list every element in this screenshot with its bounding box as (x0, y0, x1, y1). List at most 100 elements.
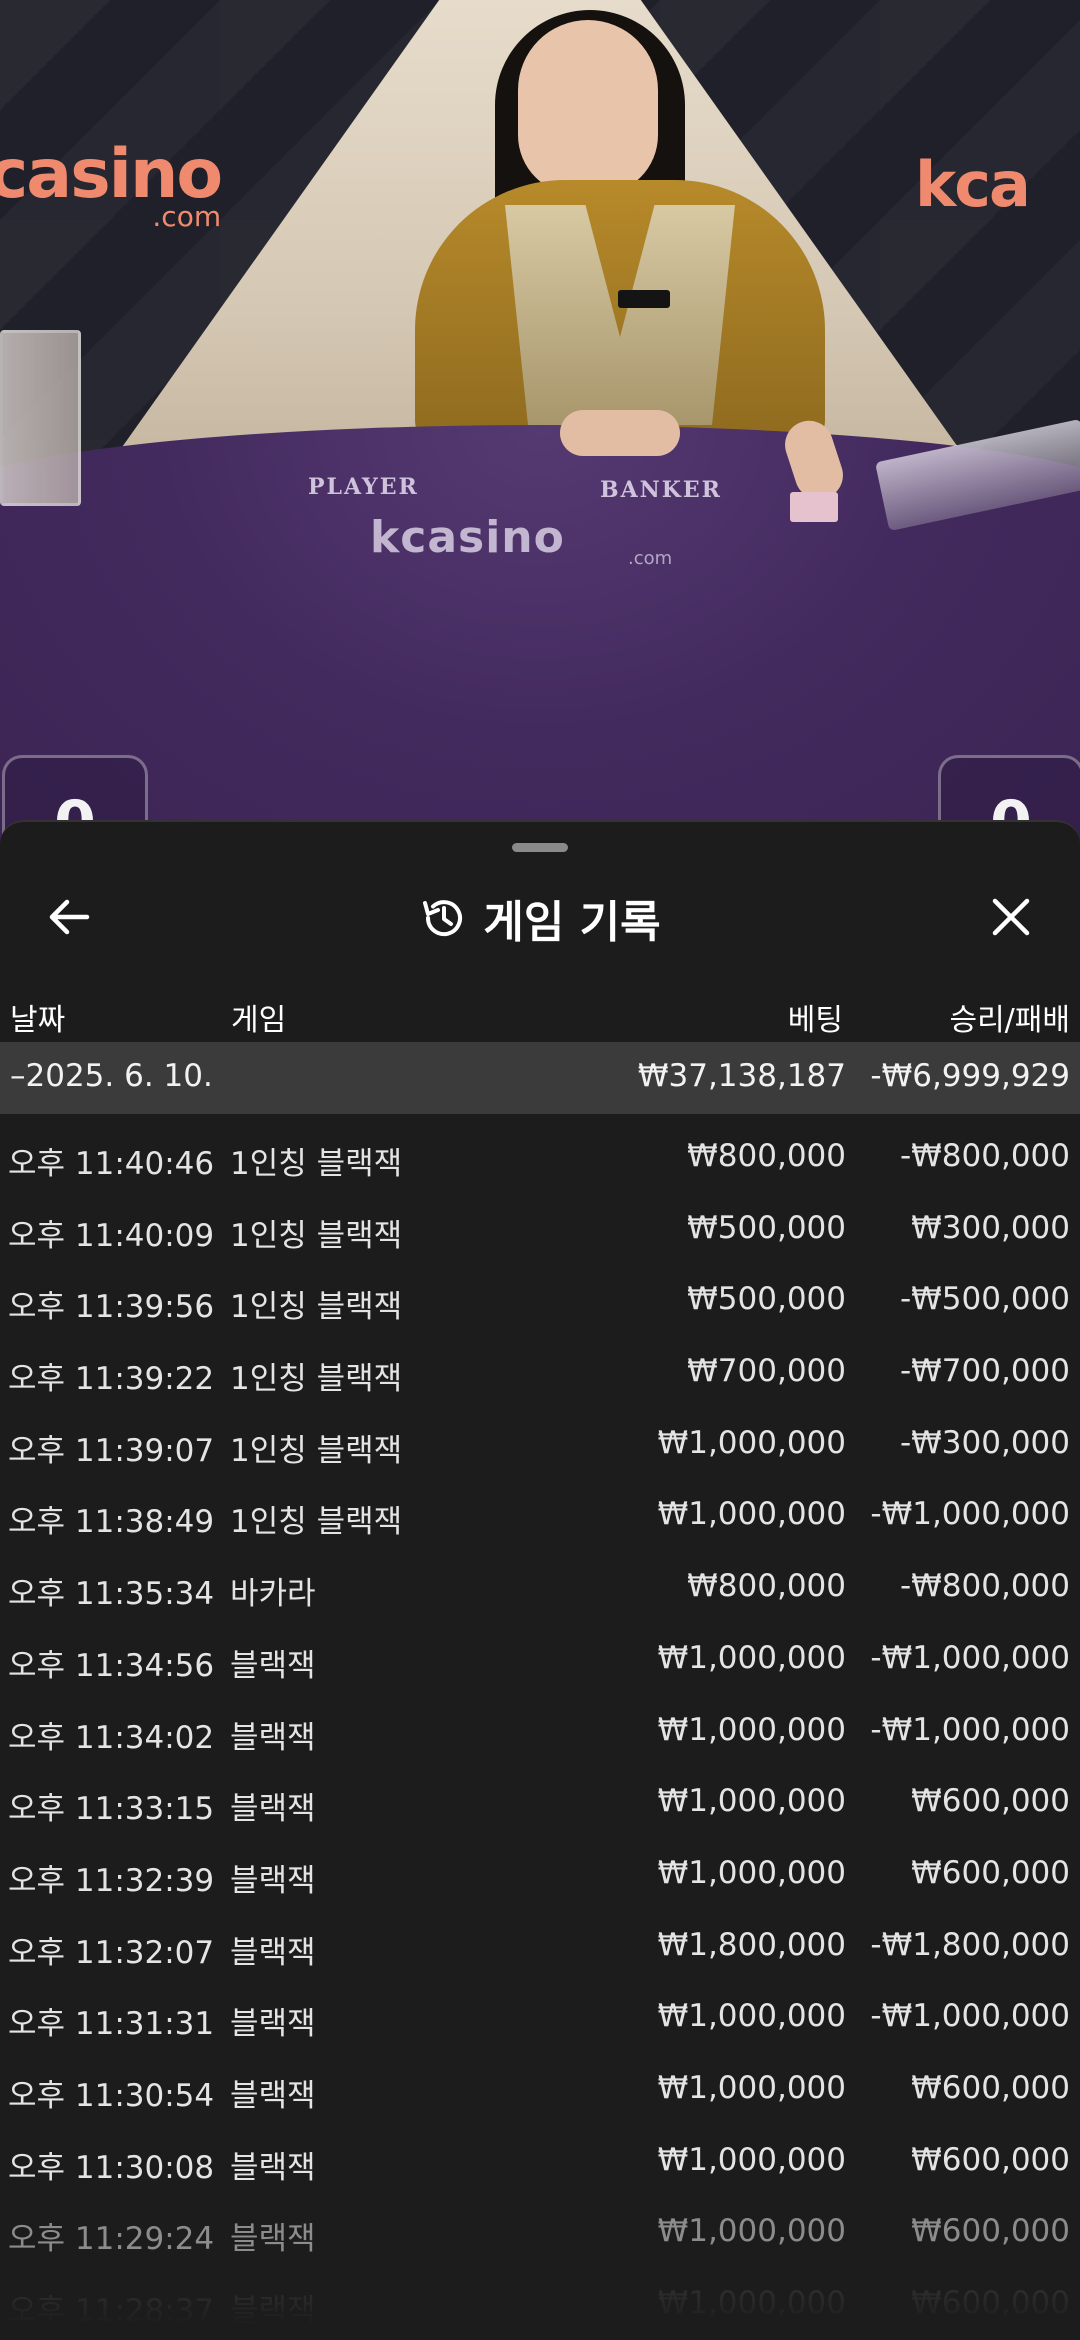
felt-player-label: PLAYER (308, 474, 419, 500)
row-game: 바카라 (230, 1576, 316, 1613)
row-win-loss: ₩600,000 (911, 2141, 1070, 2178)
app-screen: casino .com kca PLAYER BANKER kcasino .c… (0, 0, 1080, 2340)
history-row[interactable]: 오후 11:38:49 1인칭 블랙잭 ₩1,000,000 -₩1,000,0… (0, 1480, 1080, 1552)
casino-logo-right: kca (915, 148, 1031, 221)
card-shoe (0, 330, 81, 506)
dealer-hand (560, 410, 680, 456)
page-title: 게임 기록 (483, 897, 661, 948)
row-game: 블랙잭 (230, 1862, 316, 1899)
history-row[interactable]: 오후 11:39:07 1인칭 블랙잭 ₩1,000,000 -₩300,000 (0, 1409, 1080, 1481)
history-row[interactable]: 오후 11:40:09 1인칭 블랙잭 ₩500,000 ₩300,000 (0, 1194, 1080, 1266)
row-game: 1인칭 블랙잭 (230, 1146, 403, 1182)
row-game: 1인칭 블랙잭 (230, 1289, 403, 1326)
row-win-loss: -₩1,000,000 (870, 1639, 1070, 1676)
row-bet: ₩1,000,000 (657, 1496, 846, 1533)
row-game: 블랙잭 (230, 1791, 316, 1828)
row-time: 오후 11:35:34 (8, 1576, 215, 1613)
column-header-game: 게임 (231, 1003, 287, 1038)
row-bet: ₩1,000,000 (657, 1424, 846, 1461)
row-game: 1인칭 블랙잭 (230, 1432, 403, 1469)
row-win-loss: ₩600,000 (911, 2213, 1070, 2250)
history-row[interactable]: 오후 11:33:15 블랙잭 ₩1,000,000 ₩600,000 (0, 1767, 1080, 1839)
row-bet: ₩1,000,000 (657, 2141, 846, 2178)
history-row[interactable]: 오후 11:32:39 블랙잭 ₩1,000,000 ₩600,000 (0, 1839, 1080, 1911)
felt-banker-label: BANKER (600, 477, 722, 503)
history-row[interactable]: 오후 11:32:07 블랙잭 ₩1,800,000 -₩1,800,000 (0, 1911, 1080, 1983)
game-history-sheet: 게임 기록 날짜 게임 베팅 승리/패배 –2025. 6. 10. ₩37,1… (0, 820, 1080, 2340)
row-time: 오후 11:38:49 (8, 1504, 215, 1541)
playing-card (790, 492, 838, 522)
row-time: 오후 11:30:08 (8, 2149, 215, 2186)
row-game: 1인칭 블랙잭 (230, 1361, 403, 1398)
row-time: 오후 11:31:31 (8, 2006, 215, 2043)
row-bet: ₩1,000,000 (657, 2213, 846, 2250)
row-game: 1인칭 블랙잭 (230, 1217, 403, 1254)
row-bet: ₩1,000,000 (657, 1639, 846, 1676)
column-header-bet: 베팅 (787, 1003, 843, 1038)
row-win-loss: ₩600,000 (911, 2285, 1070, 2321)
row-bet: ₩1,000,000 (657, 2285, 846, 2321)
row-bet: ₩1,000,000 (657, 1854, 846, 1891)
row-bet: ₩1,000,000 (657, 1783, 846, 1820)
row-bet: ₩1,000,000 (657, 2069, 846, 2106)
dealer-name-tag (618, 290, 670, 308)
row-time: 오후 11:29:24 (8, 2221, 215, 2258)
history-row[interactable]: 오후 11:39:56 1인칭 블랙잭 ₩500,000 -₩500,000 (0, 1265, 1080, 1337)
row-game: 1인칭 블랙잭 (230, 1504, 403, 1541)
row-game: 블랙잭 (230, 1934, 316, 1971)
row-time: 오후 11:40:46 (8, 1146, 215, 1182)
row-bet: ₩1,800,000 (657, 1926, 846, 1963)
live-video-feed: casino .com kca PLAYER BANKER kcasino .c… (0, 0, 1080, 860)
history-row[interactable]: 오후 11:28:37 블랙잭 ₩1,000,000 ₩600,000 (0, 2269, 1080, 2340)
row-time: 오후 11:39:56 (8, 1289, 215, 1326)
row-game: 블랙잭 (230, 2149, 316, 2186)
row-bet: ₩500,000 (687, 1281, 846, 1318)
row-win-loss: -₩1,800,000 (870, 1926, 1070, 1963)
sheet-title: 게임 기록 (0, 876, 1080, 960)
close-icon (992, 898, 1030, 936)
row-time: 오후 11:32:39 (8, 1862, 215, 1899)
history-row[interactable]: 오후 11:30:54 블랙잭 ₩1,000,000 ₩600,000 (0, 2054, 1080, 2126)
history-icon (423, 900, 463, 937)
row-win-loss: -₩1,000,000 (870, 1711, 1070, 1748)
history-row[interactable]: 오후 11:31:31 블랙잭 ₩1,000,000 -₩1,000,000 (0, 1982, 1080, 2054)
row-win-loss: ₩300,000 (911, 1209, 1070, 1246)
row-win-loss: -₩1,000,000 (870, 1998, 1070, 2035)
row-win-loss: -₩800,000 (899, 1138, 1070, 1174)
row-time: 오후 11:39:22 (8, 1361, 215, 1398)
close-button[interactable] (966, 872, 1056, 962)
history-row[interactable]: 오후 11:35:34 바카라 ₩800,000 -₩800,000 (0, 1552, 1080, 1624)
history-row[interactable]: 오후 11:39:22 1인칭 블랙잭 ₩700,000 -₩700,000 (0, 1337, 1080, 1409)
row-win-loss: ₩600,000 (911, 2069, 1070, 2106)
row-time: 오후 11:32:07 (8, 1934, 215, 1971)
row-bet: ₩1,000,000 (657, 1998, 846, 2035)
row-game: 블랙잭 (230, 1647, 316, 1684)
row-win-loss: -₩700,000 (899, 1353, 1070, 1390)
row-time: 오후 11:34:02 (8, 1719, 215, 1756)
date-group-total-win-loss: -₩6,999,929 (870, 1058, 1070, 1094)
felt-logo-sub: .com (628, 548, 673, 569)
date-group-row[interactable]: –2025. 6. 10. ₩37,138,187 -₩6,999,929 (0, 1042, 1080, 1114)
row-time: 오후 11:34:56 (8, 1647, 215, 1684)
row-game: 블랙잭 (230, 1719, 316, 1756)
history-row[interactable]: 오후 11:29:24 블랙잭 ₩1,000,000 ₩600,000 (0, 2197, 1080, 2269)
column-header-date: 날짜 (10, 1003, 66, 1038)
history-row[interactable]: 오후 11:34:56 블랙잭 ₩1,000,000 -₩1,000,000 (0, 1624, 1080, 1696)
row-bet: ₩700,000 (687, 1353, 846, 1390)
row-win-loss: -₩1,000,000 (870, 1496, 1070, 1533)
row-game: 블랙잭 (230, 2077, 316, 2114)
sheet-drag-handle[interactable] (512, 843, 568, 852)
history-list: 오후 11:40:46 1인칭 블랙잭 ₩800,000 -₩800,000 오… (0, 1122, 1080, 2340)
date-group-label: –2025. 6. 10. (10, 1058, 213, 1094)
row-bet: ₩800,000 (687, 1568, 846, 1605)
row-time: 오후 11:30:54 (8, 2077, 215, 2114)
history-row[interactable]: 오후 11:34:02 블랙잭 ₩1,000,000 -₩1,000,000 (0, 1696, 1080, 1768)
row-bet: ₩800,000 (687, 1138, 846, 1174)
date-group-total-bet: ₩37,138,187 (637, 1058, 846, 1094)
history-row[interactable]: 오후 11:30:08 블랙잭 ₩1,000,000 ₩600,000 (0, 2126, 1080, 2198)
row-bet: ₩500,000 (687, 1209, 846, 1246)
row-time: 오후 11:33:15 (8, 1791, 215, 1828)
row-time: 오후 11:28:37 (8, 2293, 215, 2329)
history-row[interactable]: 오후 11:40:46 1인칭 블랙잭 ₩800,000 -₩800,000 (0, 1122, 1080, 1194)
row-bet: ₩1,000,000 (657, 1711, 846, 1748)
